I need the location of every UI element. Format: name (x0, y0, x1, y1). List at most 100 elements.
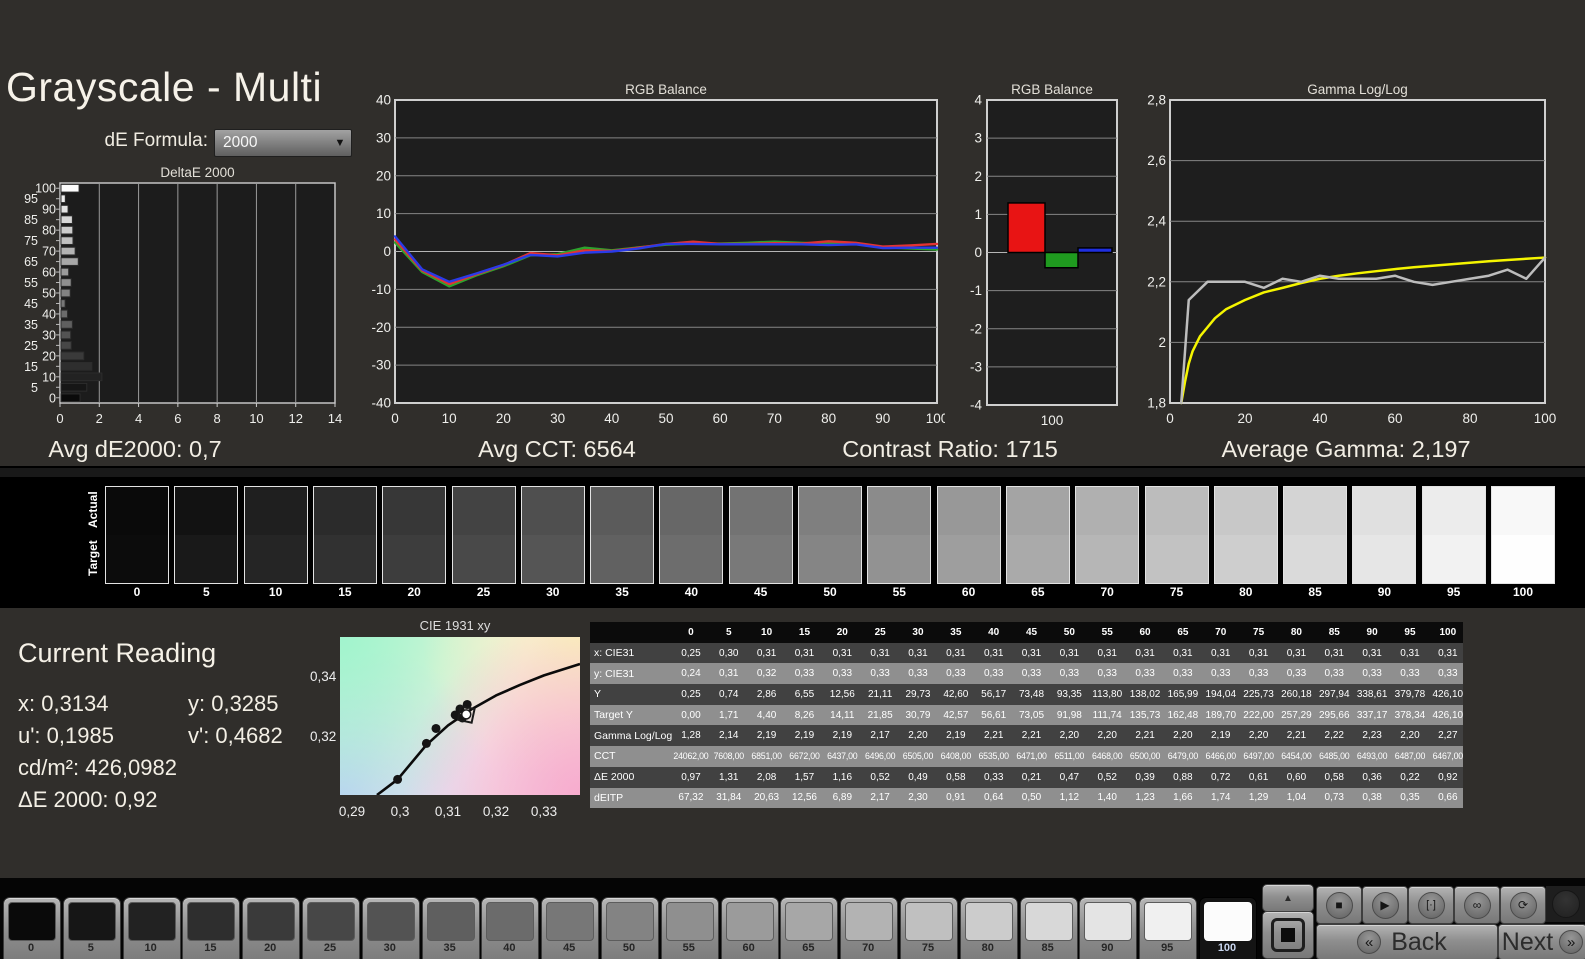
svg-text:40: 40 (376, 93, 391, 108)
pattern-button-15[interactable]: 15 (182, 897, 240, 959)
svg-text:-4: -4 (970, 398, 982, 413)
table-cell: 257,29 (1278, 710, 1316, 721)
table-row: Gamma Log/Log1,282,142,192,192,192,172,2… (590, 725, 1463, 746)
svg-text:15: 15 (24, 360, 38, 374)
swatch-target (453, 535, 515, 583)
record-panel (1546, 886, 1585, 922)
swatch-level-label: 60 (937, 585, 1001, 599)
play-button[interactable]: ▶ (1362, 886, 1408, 924)
svg-text:75: 75 (24, 234, 38, 248)
table-cell: 378,34 (1391, 710, 1429, 721)
de-formula-select[interactable]: 2000 ▼ (214, 129, 352, 157)
table-row-label: CCT (590, 750, 672, 762)
pattern-button-40[interactable]: 40 (481, 897, 539, 959)
pattern-button-70[interactable]: 70 (840, 897, 898, 959)
swatch-actual (1353, 487, 1415, 535)
swatch-target (1007, 535, 1069, 583)
table-cell: 379,78 (1391, 689, 1429, 700)
grayscale-swatch-45 (729, 486, 793, 584)
pattern-button-25[interactable]: 25 (302, 897, 360, 959)
pattern-button-label: 60 (722, 942, 776, 954)
table-cell: 0,31 (710, 668, 748, 679)
svg-text:80: 80 (1462, 411, 1477, 426)
svg-text:10: 10 (376, 206, 391, 221)
svg-text:100: 100 (926, 411, 945, 426)
next-button[interactable]: Next » (1498, 924, 1585, 959)
back-button[interactable]: « Back (1316, 924, 1498, 959)
table-cell: 0,31 (823, 648, 861, 659)
table-cell: 0,35 (1391, 792, 1429, 803)
pattern-button-90[interactable]: 90 (1079, 897, 1137, 959)
record-icon (1552, 890, 1580, 918)
swatch-target (383, 535, 445, 583)
swatch-target (522, 535, 584, 583)
table-cell: 0,38 (1353, 792, 1391, 803)
pattern-button-45[interactable]: 45 (541, 897, 599, 959)
pattern-button-20[interactable]: 20 (242, 897, 300, 959)
table-cell: 0,31 (1240, 648, 1278, 659)
table-cell: 0,92 (1429, 772, 1467, 783)
swatch-target (1076, 535, 1138, 583)
table-cell: 0,33 (823, 668, 861, 679)
page-title: Grayscale - Multi (6, 64, 322, 111)
refresh-button[interactable]: ⟳ (1500, 886, 1546, 924)
table-cell: 2,30 (899, 792, 937, 803)
pattern-button-label: 25 (303, 942, 357, 954)
pattern-button-95[interactable]: 95 (1139, 897, 1197, 959)
avg-de2000-value: Avg dE2000: 0,7 (48, 436, 221, 463)
grayscale-comparison-strip: Actual Target 05101520253035404550556065… (0, 466, 1585, 608)
table-cell: 2,19 (1202, 730, 1240, 741)
svg-text:8: 8 (214, 411, 221, 426)
table-cell: 2,20 (1088, 730, 1126, 741)
table-cell: 2,21 (1278, 730, 1316, 741)
cie-ytick: 0,32 (310, 729, 336, 744)
table-cell: 93,35 (1050, 689, 1088, 700)
table-cell: 0,33 (1126, 668, 1164, 679)
pattern-button-label: 85 (1021, 942, 1075, 954)
swatch-level-label: 35 (590, 585, 654, 599)
table-cell: 6,89 (823, 792, 861, 803)
pattern-button-60[interactable]: 60 (721, 897, 779, 959)
table-row: Y0,250,742,866,5512,5621,1129,7342,6056,… (590, 684, 1463, 705)
collapse-button[interactable]: ▲ (1262, 884, 1312, 910)
table-col-header: 90 (1353, 627, 1391, 638)
stop-button[interactable]: ■ (1316, 886, 1362, 924)
pattern-button-label: 45 (542, 942, 596, 954)
pattern-button-100[interactable]: 100 (1199, 897, 1257, 959)
pattern-window-button[interactable] (1262, 911, 1312, 957)
pattern-chip (427, 902, 475, 941)
pattern-button-65[interactable]: 65 (780, 897, 838, 959)
pattern-button-0[interactable]: 0 (3, 897, 61, 959)
pattern-size-button[interactable]: [·] (1408, 886, 1454, 924)
grayscale-swatch-55 (867, 486, 931, 584)
table-cell: 73,48 (1013, 689, 1051, 700)
table-cell: 0,31 (1050, 648, 1088, 659)
table-cell: 0,61 (1240, 772, 1278, 783)
swatch-level-label: 100 (1491, 585, 1555, 599)
pattern-button-10[interactable]: 10 (123, 897, 181, 959)
pattern-button-35[interactable]: 35 (422, 897, 480, 959)
svg-text:40: 40 (604, 411, 619, 426)
pattern-button-80[interactable]: 80 (960, 897, 1018, 959)
svg-text:0: 0 (974, 245, 982, 260)
pattern-button-50[interactable]: 50 (601, 897, 659, 959)
pattern-button-label: 0 (4, 942, 58, 954)
table-cell: 7608,00 (710, 751, 748, 761)
svg-text:20: 20 (496, 411, 511, 426)
pattern-button-5[interactable]: 5 (63, 897, 121, 959)
loop-button[interactable]: ∞ (1454, 886, 1500, 924)
table-cell: 6466,00 (1202, 751, 1240, 761)
table-col-header: 15 (786, 627, 824, 638)
table-cell: 0,66 (1429, 792, 1467, 803)
pattern-button-30[interactable]: 30 (362, 897, 420, 959)
pattern-button-85[interactable]: 85 (1020, 897, 1078, 959)
pattern-button-75[interactable]: 75 (900, 897, 958, 959)
grayscale-swatch-35 (590, 486, 654, 584)
table-cell: 2,19 (823, 730, 861, 741)
pattern-button-55[interactable]: 55 (661, 897, 719, 959)
table-cell: 2,17 (861, 730, 899, 741)
swatch-actual (799, 487, 861, 535)
swatch-target (106, 535, 168, 583)
table-cell: 2,19 (748, 730, 786, 741)
table-row-label: Y (590, 688, 672, 700)
